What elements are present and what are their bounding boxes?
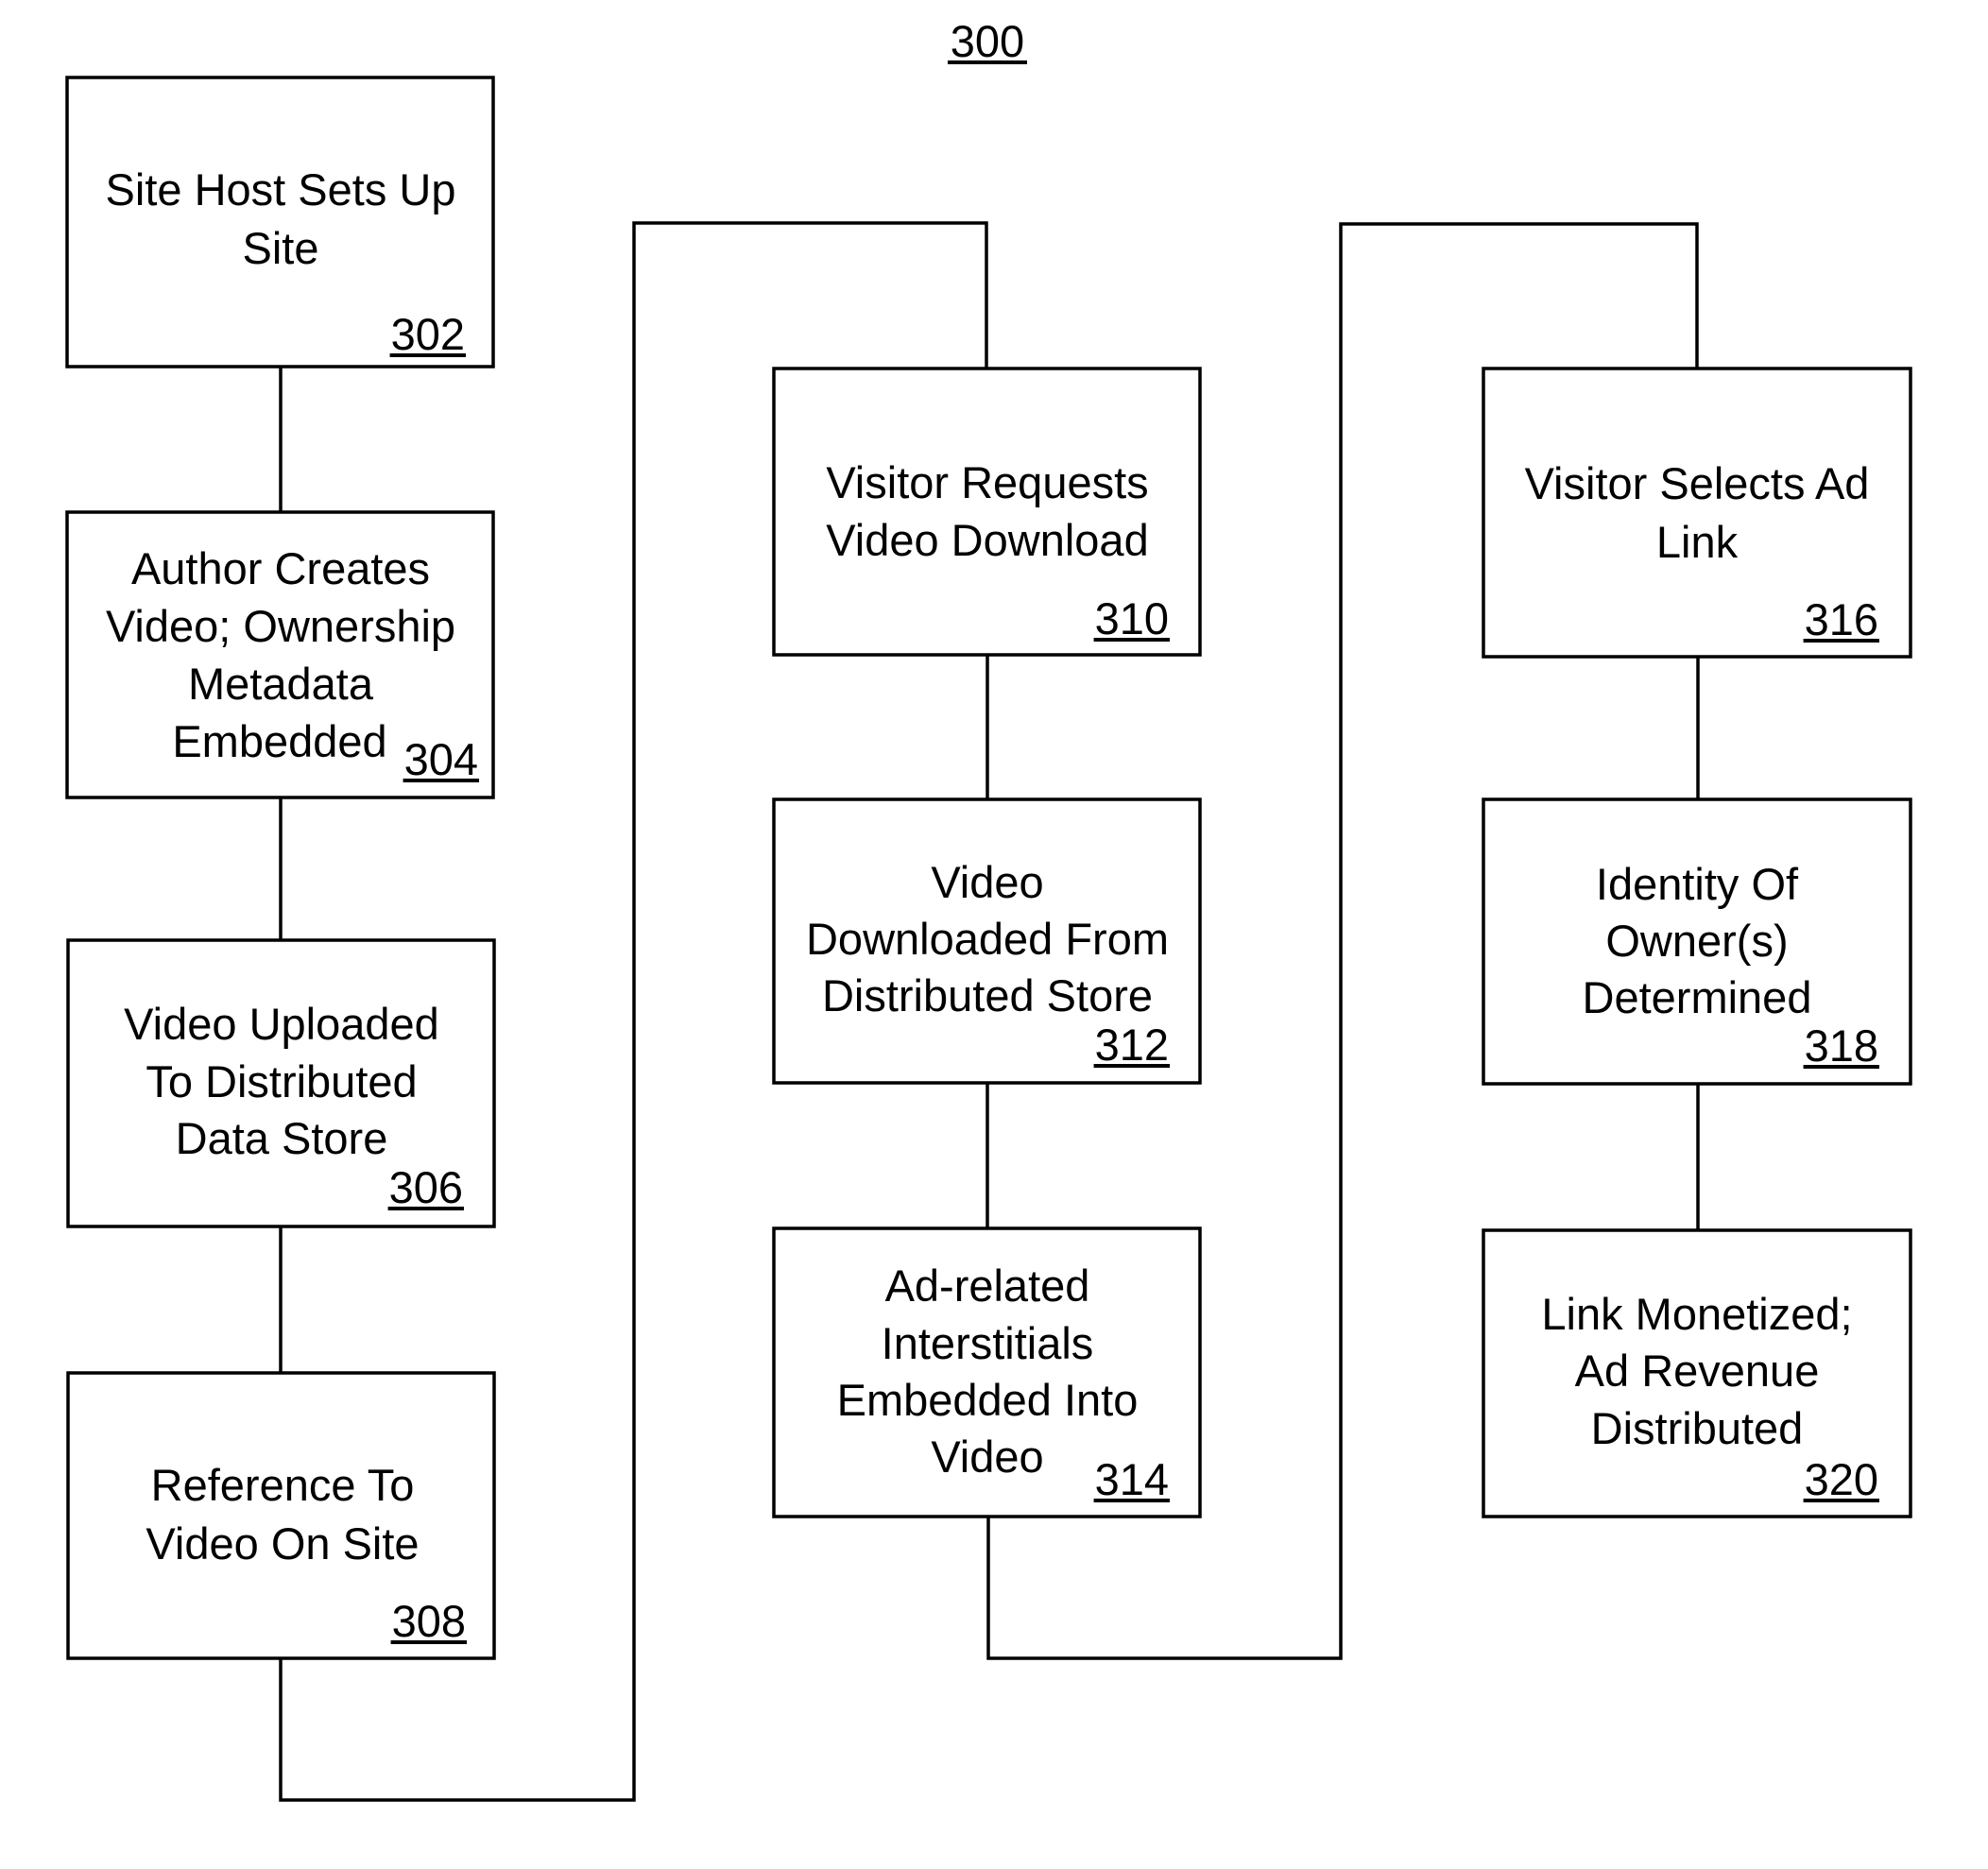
step-label-line: Video (931, 1432, 1043, 1482)
step-label-line: Ad-related (885, 1260, 1090, 1311)
step-label-line: Owner(s) (1605, 916, 1788, 966)
step-label-line: Link Monetized; (1541, 1289, 1852, 1339)
step-label-line: Distributed (1591, 1403, 1804, 1453)
step-box-302: Site Host Sets Up Site 302 (65, 76, 495, 369)
step-box-316: Visitor Selects Ad Link 316 (1482, 367, 1912, 659)
step-box-318: Identity Of Owner(s) Determined 318 (1482, 797, 1912, 1086)
step-number: 312 (1095, 1020, 1169, 1070)
step-label-line: Site (243, 223, 319, 273)
step-label-line: Data Store (176, 1113, 388, 1163)
step-label-line: Visitor Selects Ad (1525, 458, 1870, 508)
step-label-line: Embedded (172, 716, 386, 766)
step-label-line: Video; Ownership (106, 601, 455, 651)
step-box-308: Reference To Video On Site 308 (66, 1371, 496, 1660)
step-label-line: Metadata (188, 659, 374, 709)
step-label-line: Site Host Sets Up (106, 164, 456, 214)
step-number: 320 (1805, 1454, 1878, 1504)
step-number: 304 (404, 734, 478, 784)
step-label-line: Video (931, 857, 1043, 907)
step-box-312: Video Downloaded From Distributed Store … (772, 797, 1202, 1085)
step-label-line: Author Creates (131, 543, 430, 593)
step-box-320: Link Monetized; Ad Revenue Distributed 3… (1482, 1228, 1912, 1518)
figure-number-text: 300 (951, 16, 1024, 66)
step-label-line: Video On Site (146, 1518, 419, 1569)
step-label-line: Video Download (826, 515, 1148, 565)
step-label-line: Determined (1583, 972, 1812, 1022)
step-number: 308 (392, 1596, 466, 1646)
step-label-line: Link (1656, 517, 1739, 567)
step-box-306: Video Uploaded To Distributed Data Store… (66, 938, 496, 1228)
step-label-line: Video Uploaded (124, 999, 439, 1049)
step-label-line: Downloaded From (806, 914, 1169, 964)
step-number: 302 (391, 309, 465, 359)
flowchart-300: 300 Site Host Sets Up Site 302 Author Cr… (65, 16, 1912, 1802)
step-label-line: To Distributed (146, 1056, 417, 1106)
step-label-line: Ad Revenue (1575, 1346, 1820, 1396)
step-box-304: Author Creates Video; Ownership Metadata… (65, 510, 495, 799)
step-box-310: Visitor Requests Video Download 310 (772, 367, 1202, 657)
step-number: 306 (389, 1162, 463, 1212)
step-number: 314 (1095, 1454, 1169, 1504)
step-label-line: Distributed Store (822, 970, 1153, 1020)
step-number: 316 (1805, 594, 1878, 644)
step-number: 310 (1095, 593, 1169, 643)
step-label-line: Reference To (151, 1460, 415, 1510)
step-label-line: Interstitials (882, 1318, 1094, 1368)
step-number: 318 (1805, 1020, 1878, 1071)
step-label-line: Identity Of (1596, 859, 1799, 909)
step-label-line: Embedded Into (837, 1375, 1139, 1425)
step-box-314: Ad-related Interstitials Embedded Into V… (772, 1226, 1202, 1518)
figure-number: 300 (948, 16, 1027, 66)
step-label-line: Visitor Requests (826, 457, 1148, 507)
